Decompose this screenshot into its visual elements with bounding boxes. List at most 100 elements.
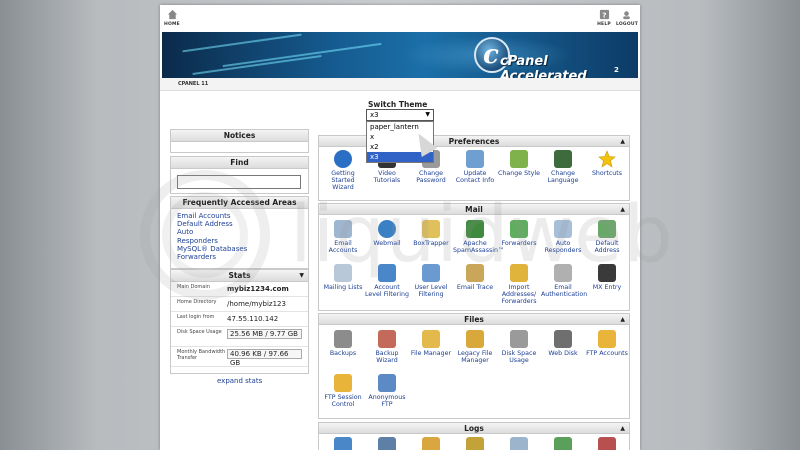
- mail-section: Mail ▲ Email Accounts Webmail BoxTrapper…: [318, 203, 630, 311]
- auto-responders[interactable]: Auto Responders: [541, 220, 585, 254]
- stats-title-text: Stats: [228, 271, 251, 280]
- visitors-icon: [334, 437, 352, 450]
- item-label: Update Contact Info: [455, 170, 495, 185]
- stats-icon: [466, 437, 484, 450]
- collapse-arrow-icon[interactable]: ▲: [620, 423, 625, 434]
- legacy-file-manager[interactable]: Legacy File Manager: [453, 330, 497, 364]
- logs-title: Logs ▲: [319, 423, 629, 434]
- collapse-arrow-icon[interactable]: ▼: [299, 270, 304, 282]
- logs-item[interactable]: [321, 437, 365, 450]
- item-label: Forwarders: [501, 240, 537, 247]
- webmail-icon: [378, 220, 396, 238]
- spamassassin-icon: [466, 220, 484, 238]
- boxtrapper[interactable]: BoxTrapper: [409, 220, 453, 247]
- item-label: Video Tutorials: [373, 170, 401, 185]
- find-title: Find: [171, 157, 308, 169]
- banner-streak: [222, 42, 382, 68]
- theme-select[interactable]: x3 ▼: [366, 109, 434, 121]
- item-label: BoxTrapper: [413, 240, 449, 247]
- apache-spamassassin[interactable]: Apache SpamAssassin™: [453, 220, 504, 254]
- collapse-arrow-icon[interactable]: ▲: [620, 204, 625, 215]
- logs-item[interactable]: [365, 437, 409, 450]
- errors-icon: [378, 437, 396, 450]
- item-label: Email Authentication: [541, 284, 588, 299]
- forwarders[interactable]: Forwarders: [497, 220, 541, 247]
- files-title-text: Files: [464, 315, 484, 324]
- web-disk[interactable]: Web Disk: [541, 330, 585, 357]
- authentication-icon: [554, 264, 572, 282]
- anonymous-ftp[interactable]: Anonymous FTP: [365, 374, 409, 408]
- account-level-filtering[interactable]: Account Level Filtering: [365, 264, 409, 298]
- faa-link[interactable]: Default Address: [171, 220, 308, 228]
- email-accounts[interactable]: Email Accounts: [321, 220, 365, 254]
- envelope-icon: [334, 220, 352, 238]
- logs-item[interactable]: [409, 437, 453, 450]
- disk-space-usage[interactable]: Disk Space Usage: [497, 330, 541, 364]
- item-label: Shortcuts: [591, 170, 623, 177]
- webmail[interactable]: Webmail: [365, 220, 409, 247]
- brand-subscript: 2: [614, 66, 619, 74]
- shortcuts[interactable]: Shortcuts: [585, 150, 629, 177]
- stat-row: Monthly Bandwidth Transfer 40.96 KB / 97…: [171, 347, 308, 367]
- raw-access-icon: [510, 437, 528, 450]
- change-language[interactable]: Change Language: [541, 150, 585, 184]
- user-level-filtering[interactable]: User Level Filtering: [409, 264, 453, 298]
- find-box: Find: [170, 156, 309, 194]
- item-label: Backup Wizard: [375, 350, 399, 365]
- backup-wizard[interactable]: Backup Wizard: [365, 330, 409, 364]
- help-icon: ?: [599, 9, 609, 19]
- notices-box: Notices: [170, 129, 309, 153]
- stat-value: mybiz1234.com: [227, 285, 289, 293]
- find-input[interactable]: [177, 175, 301, 189]
- version-label: CPANEL 11: [178, 81, 209, 87]
- ftp-session-control[interactable]: FTP Session Control: [321, 374, 365, 408]
- logs-item[interactable]: [497, 437, 541, 450]
- logout-link[interactable]: LOGOUT: [616, 9, 638, 27]
- star-icon: [598, 150, 616, 168]
- update-contact-info[interactable]: Update Contact Info: [453, 150, 497, 184]
- item-label: Disk Space Usage: [501, 350, 537, 365]
- analog-icon: [598, 437, 616, 450]
- anonymous-ftp-icon: [378, 374, 396, 392]
- change-style[interactable]: Change Style: [497, 150, 541, 177]
- email-trace[interactable]: Email Trace: [453, 264, 497, 291]
- home-link[interactable]: HOME: [164, 9, 180, 27]
- item-label: Web Disk: [548, 350, 578, 357]
- expand-stats-link[interactable]: expand stats: [217, 377, 262, 385]
- import-icon: [510, 264, 528, 282]
- item-label: Change Password: [416, 170, 446, 185]
- ftp-icon: [598, 330, 616, 348]
- cpanel-logo-letter: c: [483, 40, 499, 70]
- faa-link[interactable]: Responders: [171, 237, 308, 245]
- getting-started-wizard[interactable]: Getting Started Wizard: [321, 150, 365, 192]
- email-authentication[interactable]: Email Authentication: [541, 264, 588, 299]
- mailing-list-icon: [334, 264, 352, 282]
- backups[interactable]: Backups: [321, 330, 365, 357]
- default-address[interactable]: Default Address: [585, 220, 629, 254]
- help-link[interactable]: ? HELP: [596, 9, 612, 27]
- logout-icon: [622, 11, 630, 20]
- import-addresses-forwarders[interactable]: Import Addresses/ Forwarders: [497, 264, 541, 306]
- stats-title: Stats ▼: [171, 270, 308, 282]
- stat-value: /home/mybiz123: [227, 300, 286, 308]
- logs-item[interactable]: [541, 437, 585, 450]
- item-label: FTP Accounts: [586, 350, 628, 357]
- boxtrapper-icon: [422, 220, 440, 238]
- file-manager[interactable]: File Manager: [409, 330, 453, 357]
- faa-link[interactable]: MySQL® Databases: [171, 245, 308, 253]
- mailing-lists[interactable]: Mailing Lists: [321, 264, 365, 291]
- logs-item[interactable]: [453, 437, 497, 450]
- logs-item[interactable]: [585, 437, 629, 450]
- dropdown-arrow-icon: ▼: [425, 111, 430, 118]
- theme-selected-value: x3: [370, 111, 379, 119]
- home-icon: [167, 9, 177, 20]
- collapse-arrow-icon[interactable]: ▲: [620, 136, 625, 147]
- ftp-accounts[interactable]: FTP Accounts: [585, 330, 629, 357]
- faa-link[interactable]: Forwarders: [171, 253, 308, 261]
- autoresponder-icon: [554, 220, 572, 238]
- faa-link[interactable]: Email Accounts: [171, 212, 308, 220]
- faa-link[interactable]: Auto: [171, 228, 308, 236]
- collapse-arrow-icon[interactable]: ▲: [620, 314, 625, 325]
- item-label: FTP Session Control: [324, 394, 362, 409]
- mx-entry[interactable]: MX Entry: [585, 264, 629, 291]
